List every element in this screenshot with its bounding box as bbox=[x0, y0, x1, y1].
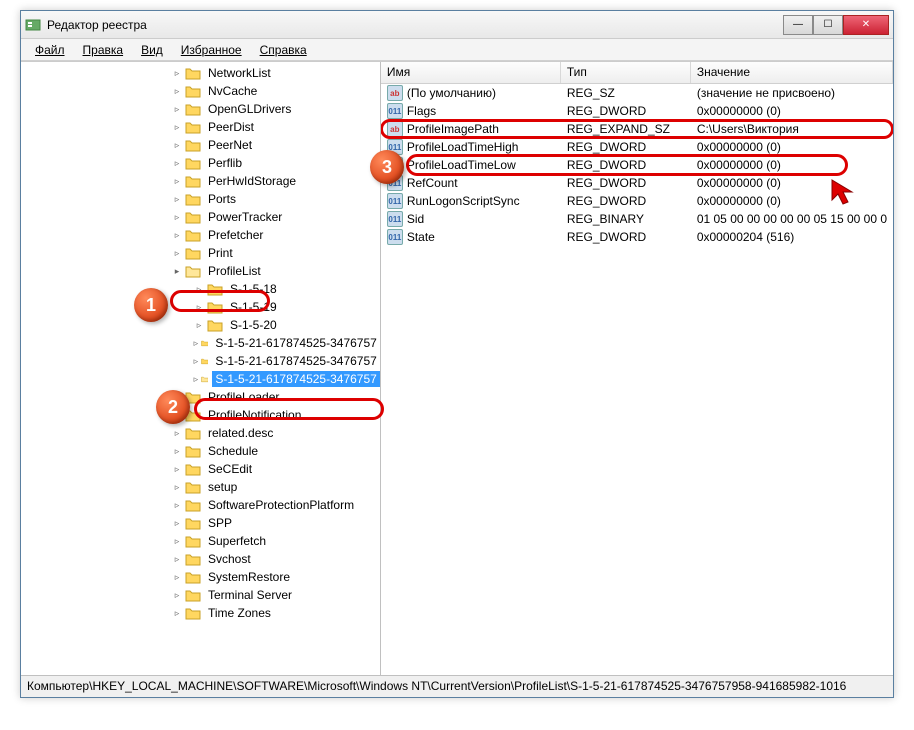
tree-key[interactable]: ▹related.desc bbox=[21, 424, 380, 442]
value-name: ProfileLoadTimeHigh bbox=[407, 140, 519, 154]
value-type: REG_BINARY bbox=[561, 211, 691, 227]
tree-key[interactable]: ▹Prefetcher bbox=[21, 226, 380, 244]
tree-key[interactable]: ▹setup bbox=[21, 478, 380, 496]
tree-key[interactable]: ▹PerHwIdStorage bbox=[21, 172, 380, 190]
registry-value-row[interactable]: 011ProfileLoadTimeLow REG_DWORD 0x000000… bbox=[381, 156, 893, 174]
tree-key[interactable]: ▹Ports bbox=[21, 190, 380, 208]
value-name: RefCount bbox=[407, 176, 458, 190]
tree-key[interactable]: ▹NvCache bbox=[21, 82, 380, 100]
list-rows: ab (По умолчанию) REG_SZ (значение не при… bbox=[381, 84, 893, 675]
tree-key[interactable]: ▹ProfileLoader bbox=[21, 388, 380, 406]
value-data: 0x00000000 (0) bbox=[691, 157, 893, 173]
value-type-icon: 011 bbox=[387, 103, 403, 119]
value-name: ProfileImagePath bbox=[407, 122, 499, 136]
list-pane: Имя Тип Значение ab (По умолчанию) REG_SZ… bbox=[381, 62, 893, 675]
value-data: 0x00000000 (0) bbox=[691, 103, 893, 119]
value-type-icon: 011 bbox=[387, 193, 403, 209]
value-type-icon: ab bbox=[387, 85, 403, 101]
tree-key[interactable]: ▹PeerNet bbox=[21, 136, 380, 154]
registry-value-row[interactable]: 011ProfileLoadTimeHigh REG_DWORD 0x00000… bbox=[381, 138, 893, 156]
value-type: REG_EXPAND_SZ bbox=[561, 121, 691, 137]
tree-key-sid[interactable]: ▹S-1-5-21-617874525-3476757 bbox=[21, 352, 380, 370]
value-type: REG_DWORD bbox=[561, 157, 691, 173]
value-type: REG_DWORD bbox=[561, 139, 691, 155]
tree-key[interactable]: ▹Superfetch bbox=[21, 532, 380, 550]
menu-file[interactable]: Файл bbox=[27, 41, 73, 59]
tree-key[interactable]: ▹Schedule bbox=[21, 442, 380, 460]
value-type: REG_DWORD bbox=[561, 193, 691, 209]
statusbar: Компьютер\HKEY_LOCAL_MACHINE\SOFTWARE\Mi… bbox=[21, 675, 893, 697]
annotation-marker-1: 1 bbox=[134, 288, 168, 322]
cursor-arrow-icon bbox=[830, 178, 866, 214]
value-type-icon: 011 bbox=[387, 229, 403, 245]
col-name[interactable]: Имя bbox=[381, 62, 561, 83]
value-name: RunLogonScriptSync bbox=[407, 194, 520, 208]
value-data: 0x00000204 (516) bbox=[691, 229, 893, 245]
tree-key[interactable]: ▹SystemRestore bbox=[21, 568, 380, 586]
value-type: REG_DWORD bbox=[561, 175, 691, 191]
value-type-icon: 011 bbox=[387, 211, 403, 227]
value-data: C:\Users\Виктория bbox=[691, 121, 893, 137]
value-type: REG_DWORD bbox=[561, 229, 691, 245]
registry-value-row[interactable]: 011RefCount REG_DWORD 0x00000000 (0) bbox=[381, 174, 893, 192]
menubar: Файл Правка Вид Избранное Справка bbox=[21, 39, 893, 61]
minimize-button[interactable]: — bbox=[783, 15, 813, 35]
tree-key-sid[interactable]: ▹S-1-5-19 bbox=[21, 298, 380, 316]
value-type-icon: ab bbox=[387, 121, 403, 137]
registry-value-row[interactable]: ab ProfileImagePath REG_EXPAND_SZ C:\User… bbox=[381, 120, 893, 138]
registry-value-row[interactable]: ab (По умолчанию) REG_SZ (значение не при… bbox=[381, 84, 893, 102]
registry-editor-window: Редактор реестра — ☐ ✕ Файл Правка Вид И… bbox=[20, 10, 894, 698]
tree-key-sid[interactable]: ▹S-1-5-21-617874525-3476757 bbox=[21, 334, 380, 352]
close-button[interactable]: ✕ bbox=[843, 15, 889, 35]
registry-value-row[interactable]: 011RunLogonScriptSync REG_DWORD 0x000000… bbox=[381, 192, 893, 210]
tree-key[interactable]: ▹SeCEdit bbox=[21, 460, 380, 478]
tree-key-sid-selected[interactable]: ▹S-1-5-21-617874525-3476757 bbox=[21, 370, 380, 388]
menu-edit[interactable]: Правка bbox=[75, 41, 132, 59]
titlebar[interactable]: Редактор реестра — ☐ ✕ bbox=[21, 11, 893, 39]
value-type: REG_DWORD bbox=[561, 103, 691, 119]
maximize-button[interactable]: ☐ bbox=[813, 15, 843, 35]
value-data: (значение не присвоено) bbox=[691, 85, 893, 101]
tree-key[interactable]: ▹SPP bbox=[21, 514, 380, 532]
registry-value-row[interactable]: 011Sid REG_BINARY 01 05 00 00 00 00 00 0… bbox=[381, 210, 893, 228]
tree-key[interactable]: ▹PeerDist bbox=[21, 118, 380, 136]
value-name: Sid bbox=[407, 212, 424, 226]
body-split: ▹NetworkList▹NvCache▹OpenGLDrivers▹PeerD… bbox=[21, 61, 893, 675]
tree-key-profilelist[interactable]: ▸ProfileList bbox=[21, 262, 380, 280]
value-type: REG_SZ bbox=[561, 85, 691, 101]
tree-key[interactable]: ▹Svchost bbox=[21, 550, 380, 568]
app-icon bbox=[25, 17, 41, 33]
value-name: ProfileLoadTimeLow bbox=[407, 158, 516, 172]
tree-key[interactable]: ▹OpenGLDrivers bbox=[21, 100, 380, 118]
value-name: Flags bbox=[407, 104, 436, 118]
annotation-marker-3: 3 bbox=[370, 150, 404, 184]
menu-favorites[interactable]: Избранное bbox=[173, 41, 250, 59]
registry-value-row[interactable]: 011 State REG_DWORD 0x00000204 (516) bbox=[381, 228, 893, 246]
tree-key-sid[interactable]: ▹S-1-5-18 bbox=[21, 280, 380, 298]
tree-key[interactable]: ▹PowerTracker bbox=[21, 208, 380, 226]
list-header[interactable]: Имя Тип Значение bbox=[381, 62, 893, 84]
annotation-marker-2: 2 bbox=[156, 390, 190, 424]
tree-key[interactable]: ▹NetworkList bbox=[21, 64, 380, 82]
tree-key[interactable]: ▹ProfileNotification bbox=[21, 406, 380, 424]
tree-key[interactable]: ▹Time Zones bbox=[21, 604, 380, 622]
menu-view[interactable]: Вид bbox=[133, 41, 171, 59]
value-name: (По умолчанию) bbox=[407, 86, 496, 100]
window-title: Редактор реестра bbox=[47, 18, 783, 32]
registry-value-row[interactable]: 011 Flags REG_DWORD 0x00000000 (0) bbox=[381, 102, 893, 120]
value-name: State bbox=[407, 230, 435, 244]
menu-help[interactable]: Справка bbox=[252, 41, 315, 59]
col-type[interactable]: Тип bbox=[561, 62, 691, 83]
tree-pane[interactable]: ▹NetworkList▹NvCache▹OpenGLDrivers▹PeerD… bbox=[21, 62, 381, 675]
tree-key[interactable]: ▹Perflib bbox=[21, 154, 380, 172]
value-data: 0x00000000 (0) bbox=[691, 139, 893, 155]
tree-key[interactable]: ▹Terminal Server bbox=[21, 586, 380, 604]
tree-key[interactable]: ▹Print bbox=[21, 244, 380, 262]
col-value[interactable]: Значение bbox=[691, 62, 893, 83]
tree-key-sid[interactable]: ▹S-1-5-20 bbox=[21, 316, 380, 334]
tree-key[interactable]: ▹SoftwareProtectionPlatform bbox=[21, 496, 380, 514]
